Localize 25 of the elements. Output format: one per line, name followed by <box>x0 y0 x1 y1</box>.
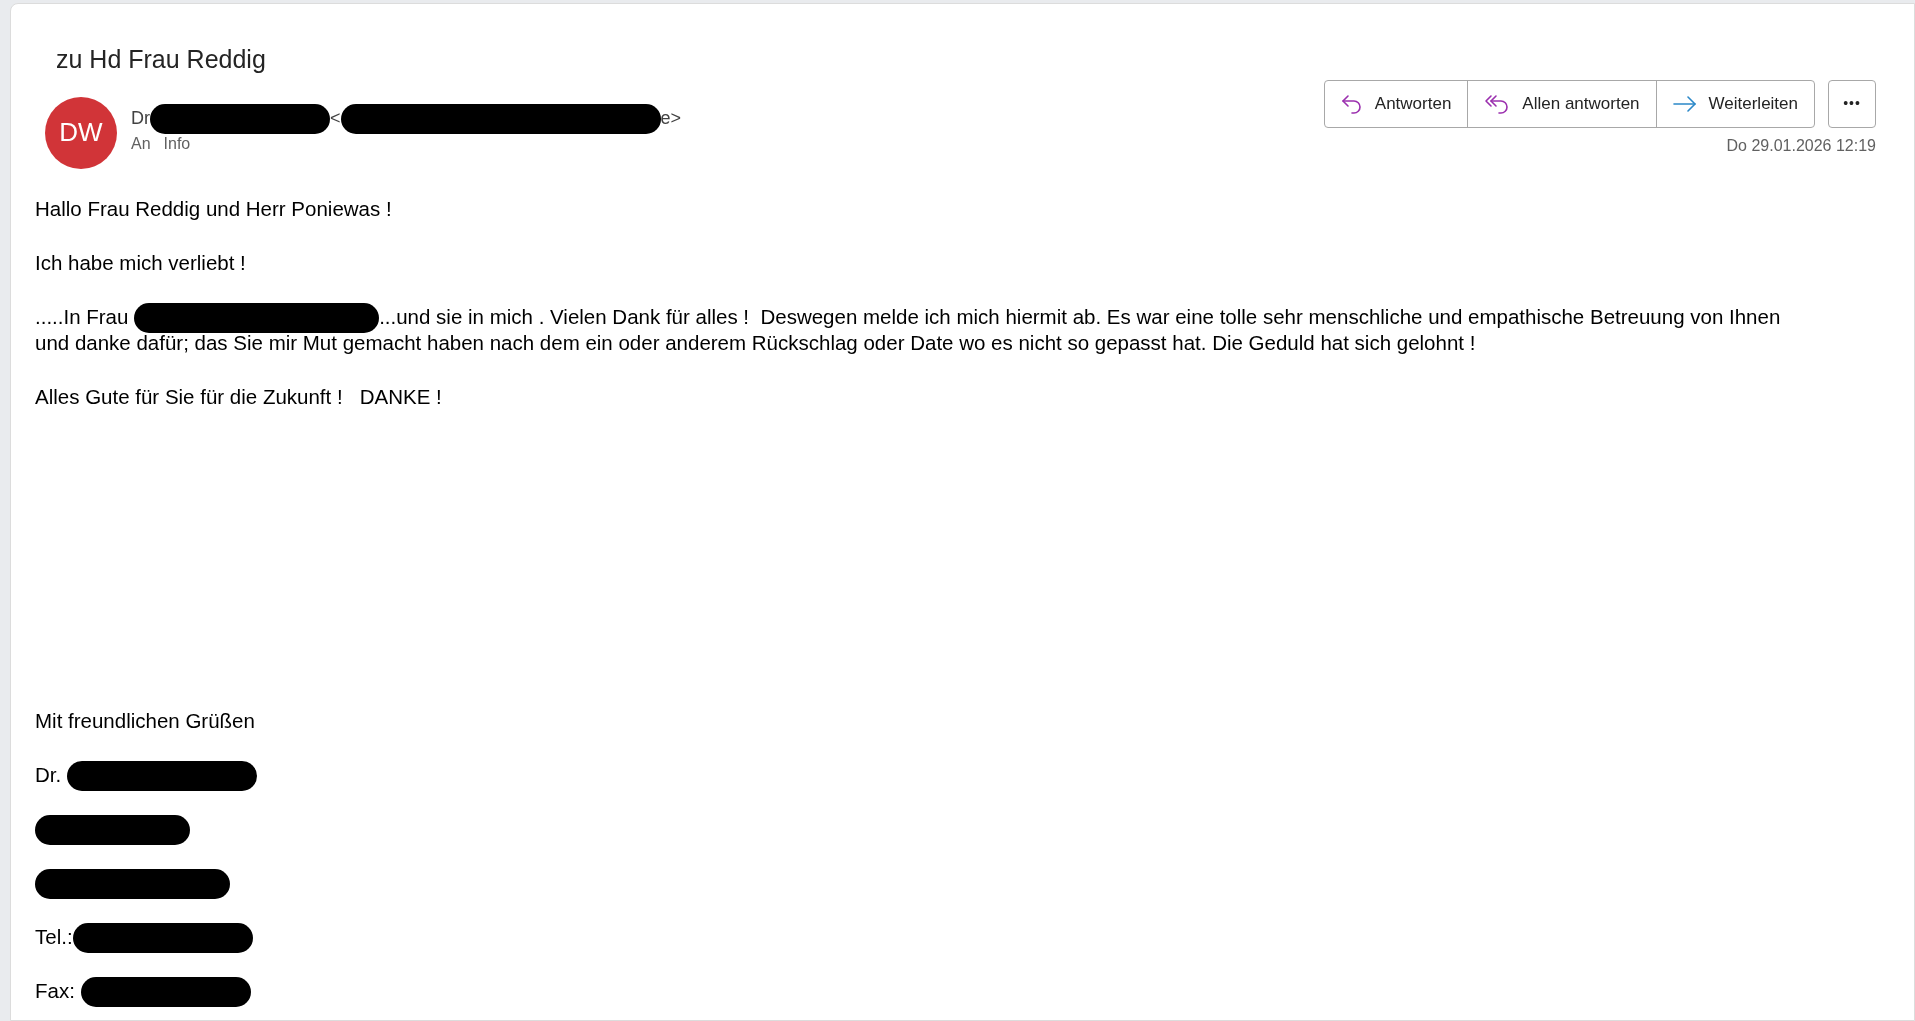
body-text: Fax: <box>35 978 76 1005</box>
body-text: .....In Frau <box>35 304 130 331</box>
message-subject: zu Hd Frau Reddig <box>56 45 266 73</box>
body-text: ...und sie in mich . Vielen Dank für alles ! Deswegen melde ich mich hiermit ab. Es war eine tolle sehr menschliche und empathische Betreuung von Ihnen <box>379 304 1781 331</box>
more-button[interactable]: ••• <box>1828 79 1876 128</box>
message-date: Do 29.01.2026 12:19 <box>1726 135 1876 156</box>
sender-text: < <box>330 107 341 130</box>
body-text: und danke dafür; das Sie mir Mut gemacht haben nach dem ein oder anderem Rückschlag oder Date wo es nicht so gepasst hat. Die Geduld hat sich gelohnt ! <box>35 330 1476 357</box>
body-text: Ich habe mich verliebt ! <box>35 250 246 277</box>
body-text: Alles Gute für Sie für die Zukunft ! DANKE ! <box>35 384 442 411</box>
body-text: Hallo Frau Reddig und Herr Poniewas ! <box>35 196 392 223</box>
body-text: Mit freundlichen Grüßen <box>35 708 255 735</box>
reply-all-button[interactable]: Allen antworten <box>1467 80 1656 127</box>
recipient-label: An <box>131 133 151 154</box>
sender-text: e> <box>660 107 682 130</box>
recipient-name: Info <box>163 133 191 154</box>
forward-button[interactable]: Weiterleiten <box>1655 80 1814 127</box>
reply-button[interactable]: Antworten <box>1324 80 1468 127</box>
body-text: Tel.: <box>35 924 73 951</box>
sender-text: Dr <box>131 107 150 130</box>
body-text: Dr. <box>35 762 63 789</box>
reply-all-icon <box>1484 93 1511 114</box>
reply-icon <box>1340 93 1363 114</box>
avatar: DW <box>45 96 117 169</box>
arrow-right-icon <box>1672 95 1697 112</box>
